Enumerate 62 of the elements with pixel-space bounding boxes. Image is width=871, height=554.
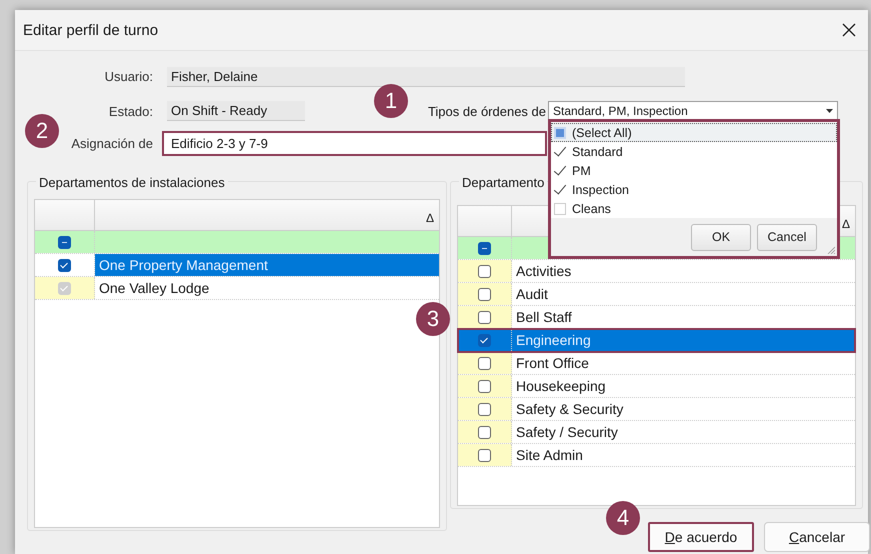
table-cell: Housekeeping: [516, 378, 606, 394]
resize-grip-icon[interactable]: [827, 246, 835, 254]
assignment-field[interactable]: Edificio 2-3 y 7-9: [162, 131, 547, 156]
group-title: Departamento: [459, 175, 548, 190]
checkbox[interactable]: [478, 310, 491, 324]
table-row[interactable]: Site Admin: [458, 444, 855, 467]
checkbox[interactable]: [554, 146, 566, 158]
checkbox[interactable]: [478, 334, 491, 346]
user-field: Fisher, Delaine: [167, 66, 685, 86]
table-row[interactable]: Safety / Security: [458, 421, 855, 444]
checkbox[interactable]: [478, 264, 491, 278]
status-field: On Shift - Ready: [167, 101, 305, 121]
dropdown-option[interactable]: Cleans: [551, 199, 837, 218]
step-marker: 1: [374, 84, 408, 118]
dropdown-option[interactable]: PM: [551, 161, 837, 180]
table-cell: Safety & Security: [516, 401, 624, 417]
table-cell: Site Admin: [516, 447, 583, 463]
table-row[interactable]: Audit: [458, 283, 855, 306]
checkbox[interactable]: [478, 356, 491, 370]
checkbox[interactable]: [554, 164, 566, 176]
table-cell: One Valley Lodge: [99, 280, 210, 296]
step-marker: 2: [25, 114, 59, 148]
order-types-label: Tipos de órdenes de: [428, 104, 546, 118]
caret-icon[interactable]: [826, 109, 833, 113]
checkbox[interactable]: [478, 288, 491, 300]
table-row[interactable]: Activities: [458, 260, 855, 283]
checkbox[interactable]: [478, 448, 491, 462]
window-title: Editar perfil de turno: [23, 22, 158, 38]
order-types-dropdown[interactable]: Standard, PM, Inspection: [548, 100, 838, 122]
table-cell: Front Office: [516, 355, 589, 371]
sort-mark[interactable]: Δ: [426, 211, 434, 225]
popup-button[interactable]: OK: [691, 224, 751, 250]
checkbox[interactable]: [478, 402, 491, 416]
status-label: Estado:: [108, 104, 153, 118]
checkbox[interactable]: [478, 426, 491, 438]
popup-button[interactable]: Cancel: [757, 224, 817, 250]
checkbox[interactable]: [554, 184, 566, 196]
dropdown-option[interactable]: (Select All): [551, 123, 837, 142]
group-title: Departamentos de instalaciones: [36, 175, 228, 190]
dropdown-option[interactable]: Inspection: [551, 180, 837, 199]
checkbox[interactable]: [58, 236, 71, 248]
table-row[interactable]: Bell Staff: [458, 306, 855, 329]
checkbox[interactable]: [478, 242, 491, 254]
dialog-button[interactable]: Cancelar: [764, 522, 870, 552]
step-marker: 4: [606, 501, 640, 535]
table-cell: Audit: [516, 286, 548, 302]
user-label: Usuario:: [104, 69, 153, 84]
table-cell: Activities: [516, 263, 572, 279]
dialog-button[interactable]: De acuerdo: [648, 522, 754, 552]
sort-mark[interactable]: Δ: [842, 217, 850, 231]
table-cell: One Property Management: [99, 257, 268, 273]
table-cell: Bell Staff: [516, 309, 572, 325]
close-icon[interactable]: [842, 23, 856, 37]
table-cell: Engineering: [516, 332, 591, 348]
table-row[interactable]: Safety & Security: [458, 398, 855, 421]
table-row[interactable]: Housekeeping: [458, 375, 855, 398]
dropdown-option[interactable]: Standard: [551, 142, 837, 161]
assignment-label: Asignación de: [70, 136, 153, 151]
checkbox[interactable]: [478, 380, 491, 392]
table-row[interactable]: Front Office: [458, 352, 855, 375]
table-cell: Safety / Security: [516, 424, 618, 440]
checkbox[interactable]: [58, 258, 71, 272]
